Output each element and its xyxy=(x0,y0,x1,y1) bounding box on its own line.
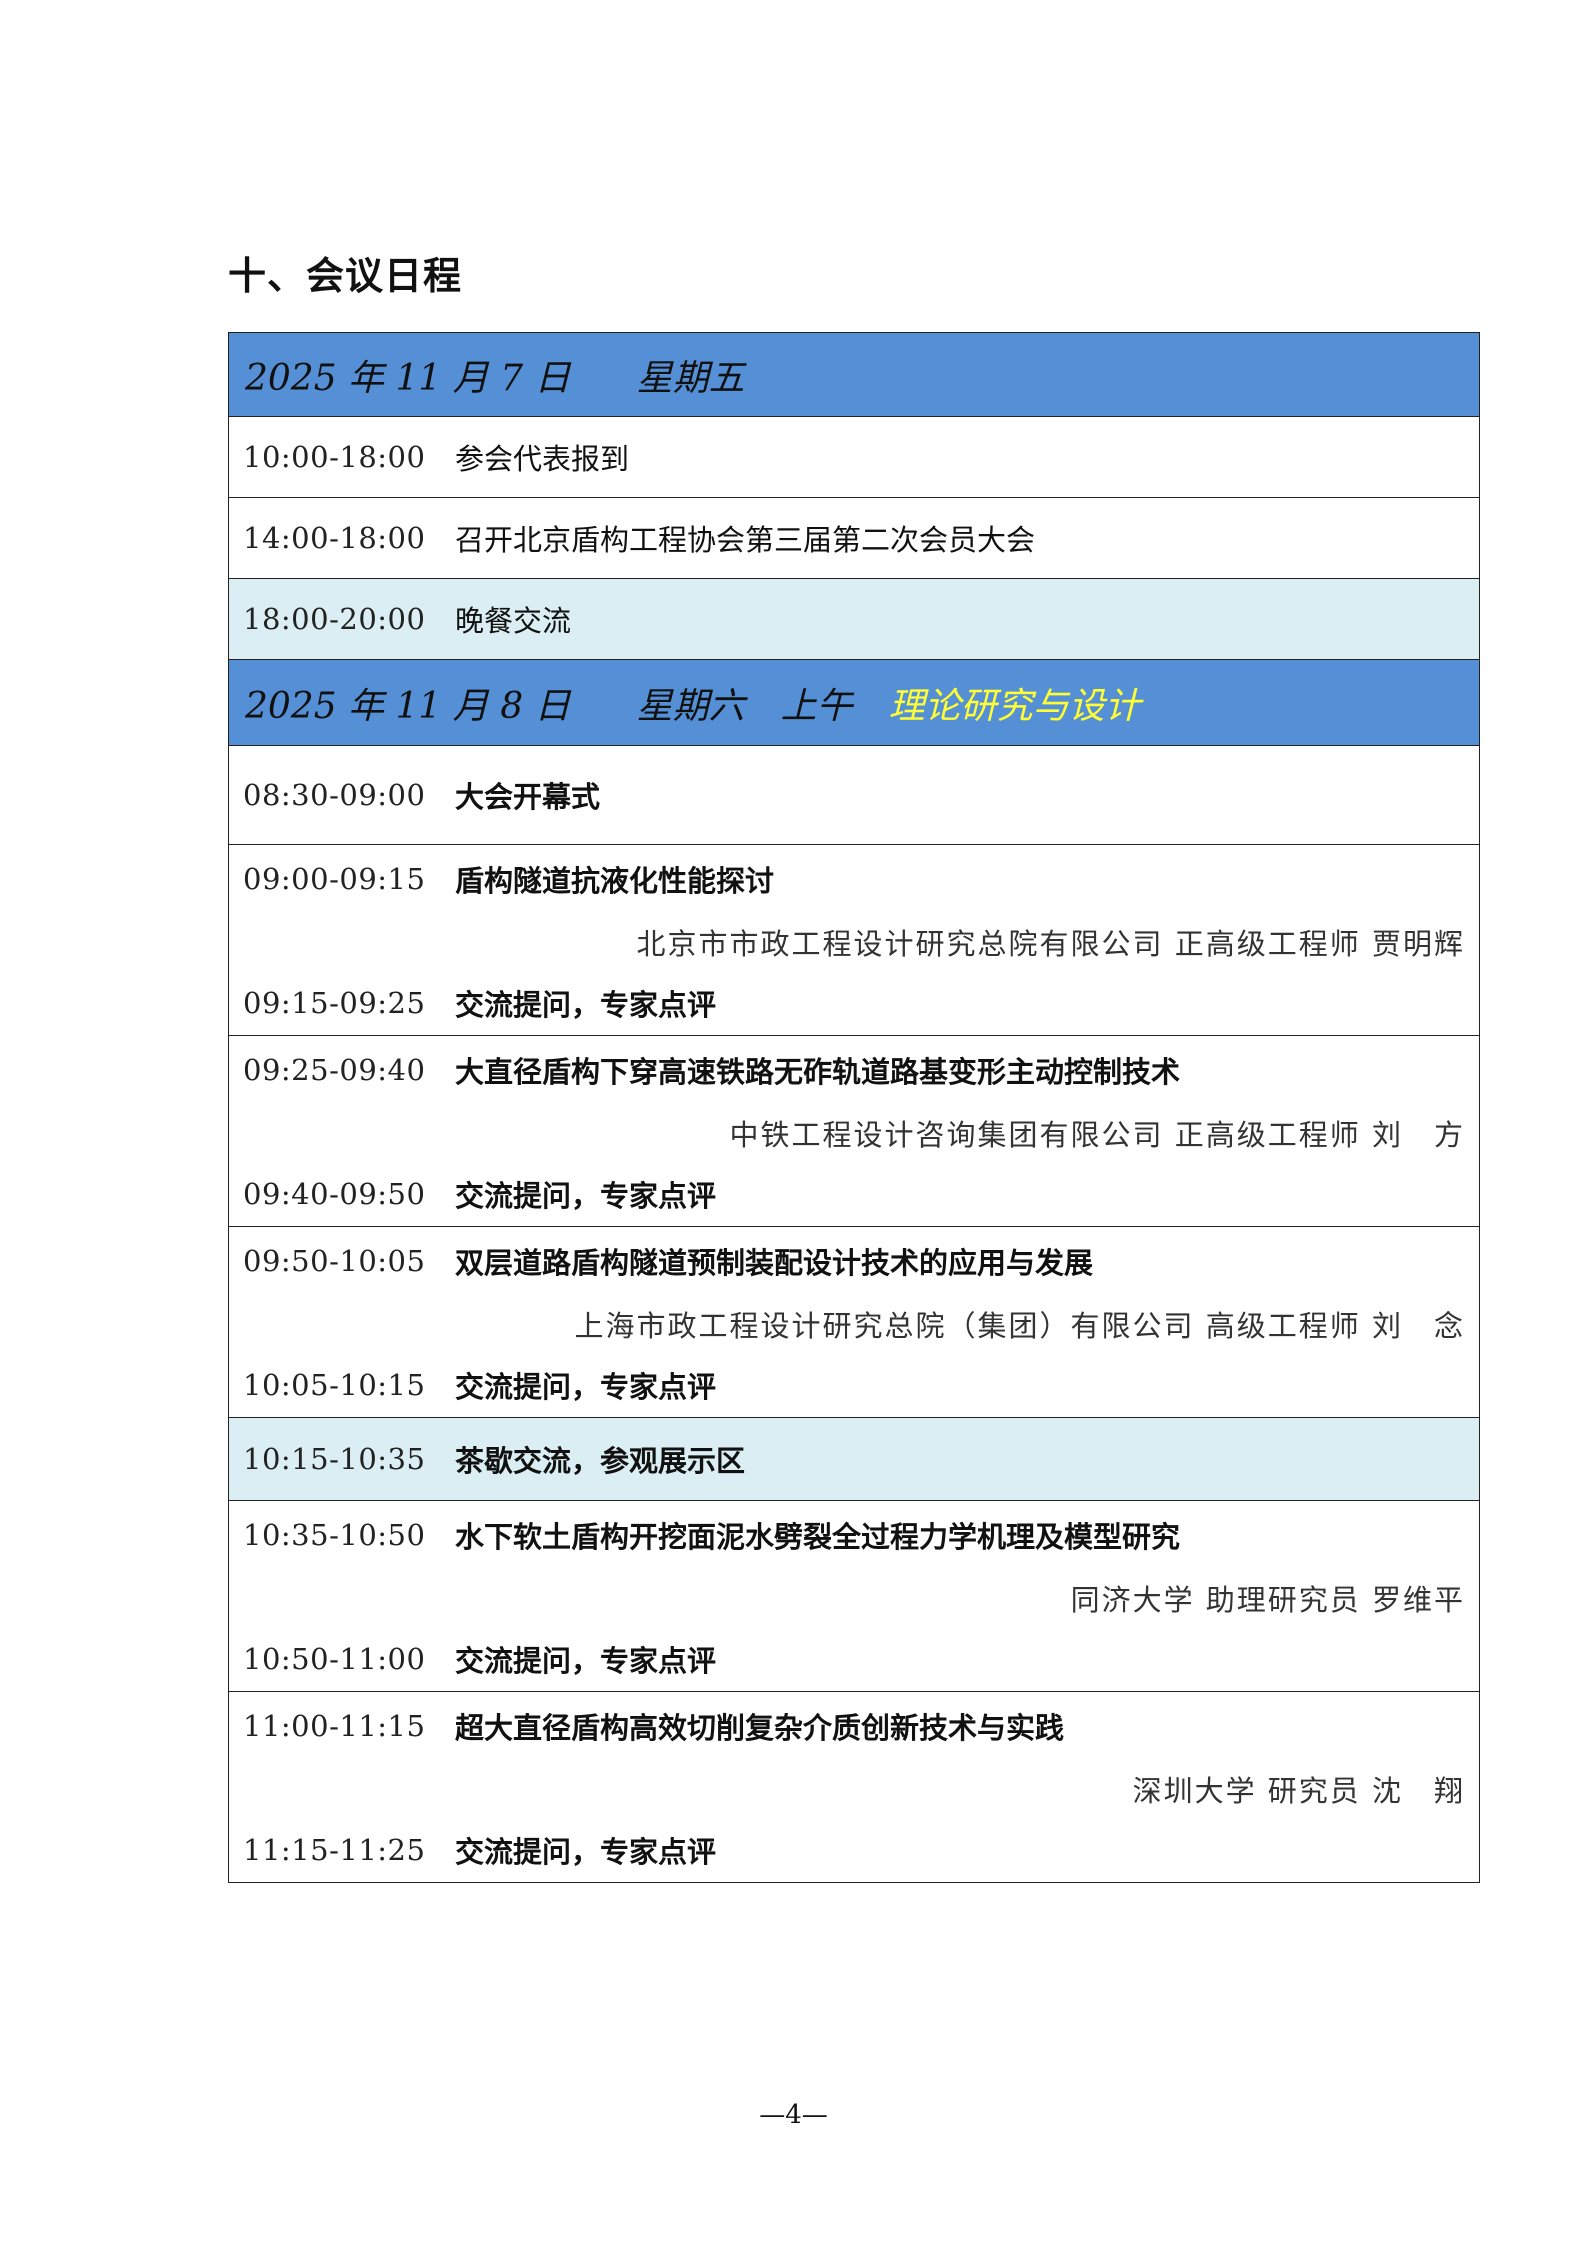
schedule-row: 14:00-18:00 召开北京盾构工程协会第三届第二次会员大会 xyxy=(229,498,1479,579)
day-date: 2025 年 11 月 7 日 xyxy=(245,357,571,399)
time-slot: 10:50-11:00 xyxy=(243,1642,426,1676)
time-slot: 18:00-20:00 xyxy=(243,602,426,636)
talk-row: 09:00-09:15 盾构隧道抗液化性能探讨 北京市市政工程设计研究总院有限公… xyxy=(229,845,1479,1036)
talk-title: 超大直径盾构高效切削复杂介质创新技术与实践 xyxy=(455,1711,1065,1745)
talk-speaker: 北京市市政工程设计研究总院有限公司 正高级工程师 贾明辉 xyxy=(636,927,1465,961)
schedule-table: 2025 年 11 月 7 日 星期五 10:00-18:00 参会代表报到 1… xyxy=(228,332,1480,1883)
talk-row: 10:35-10:50 水下软土盾构开挖面泥水劈裂全过程力学机理及模型研究 同济… xyxy=(229,1501,1479,1692)
time-slot: 11:00-11:15 xyxy=(243,1709,426,1743)
event-title: 参会代表报到 xyxy=(455,442,630,476)
session-theme: 理论研究与设计 xyxy=(888,685,1141,727)
talk-row: 09:25-09:40 大直径盾构下穿高速铁路无砟轨道路基变形主动控制技术 中铁… xyxy=(229,1036,1479,1227)
schedule-row-opening: 08:30-09:00 大会开幕式 xyxy=(229,746,1479,845)
qa-label: 交流提问，专家点评 xyxy=(455,1370,717,1404)
time-slot: 11:15-11:25 xyxy=(243,1833,426,1867)
qa-label: 交流提问，专家点评 xyxy=(455,988,717,1022)
time-slot: 10:00-18:00 xyxy=(243,440,426,474)
day-weekday: 星期六 xyxy=(636,685,745,727)
talk-speaker: 同济大学 助理研究员 罗维平 xyxy=(1070,1583,1465,1617)
talk-row: 09:50-10:05 双层道路盾构隧道预制装配设计技术的应用与发展 上海市政工… xyxy=(229,1227,1479,1418)
page-number: —4— xyxy=(759,2100,828,2130)
time-slot: 09:25-09:40 xyxy=(243,1053,426,1087)
time-slot: 09:50-10:05 xyxy=(243,1244,426,1278)
talk-speaker: 中铁工程设计咨询集团有限公司 正高级工程师 刘 方 xyxy=(729,1118,1465,1152)
event-title: 召开北京盾构工程协会第三届第二次会员大会 xyxy=(455,523,1036,557)
talk-title: 盾构隧道抗液化性能探讨 xyxy=(455,864,775,898)
day-date: 2025 年 11 月 8 日 xyxy=(245,685,571,727)
time-slot: 09:40-09:50 xyxy=(243,1177,426,1211)
schedule-row-dinner: 18:00-20:00 晚餐交流 xyxy=(229,579,1479,660)
time-slot: 09:15-09:25 xyxy=(243,986,426,1020)
talk-title: 大直径盾构下穿高速铁路无砟轨道路基变形主动控制技术 xyxy=(455,1055,1181,1089)
time-slot: 14:00-18:00 xyxy=(243,521,426,555)
schedule-row-tea-break: 10:15-10:35 茶歇交流，参观展示区 xyxy=(229,1418,1479,1501)
qa-label: 交流提问，专家点评 xyxy=(455,1179,717,1213)
day-weekday: 星期五 xyxy=(636,357,745,399)
talk-title: 水下软土盾构开挖面泥水劈裂全过程力学机理及模型研究 xyxy=(455,1520,1181,1554)
event-title: 茶歇交流，参观展示区 xyxy=(455,1444,746,1478)
time-slot: 10:05-10:15 xyxy=(243,1368,426,1402)
qa-label: 交流提问，专家点评 xyxy=(455,1835,717,1869)
qa-label: 交流提问，专家点评 xyxy=(455,1644,717,1678)
day-header-nov-7: 2025 年 11 月 7 日 星期五 xyxy=(229,333,1479,417)
page-heading: 十、会议日程 xyxy=(228,254,463,298)
day-header-nov-8: 2025 年 11 月 8 日 星期六 上午 理论研究与设计 xyxy=(229,660,1479,746)
time-slot: 09:00-09:15 xyxy=(243,862,426,896)
event-title: 晚餐交流 xyxy=(455,604,572,638)
time-slot: 10:35-10:50 xyxy=(243,1518,426,1552)
talk-speaker: 上海市政工程设计研究总院（集团）有限公司 高级工程师 刘 念 xyxy=(574,1309,1465,1343)
talk-speaker: 深圳大学 研究员 沈 翔 xyxy=(1132,1774,1465,1808)
talk-row: 11:00-11:15 超大直径盾构高效切削复杂介质创新技术与实践 深圳大学 研… xyxy=(229,1692,1479,1882)
schedule-row: 10:00-18:00 参会代表报到 xyxy=(229,417,1479,498)
talk-title: 双层道路盾构隧道预制装配设计技术的应用与发展 xyxy=(455,1246,1094,1280)
event-title: 大会开幕式 xyxy=(455,780,601,814)
day-period: 上午 xyxy=(780,685,853,727)
time-slot: 10:15-10:35 xyxy=(243,1442,426,1476)
time-slot: 08:30-09:00 xyxy=(243,778,426,812)
